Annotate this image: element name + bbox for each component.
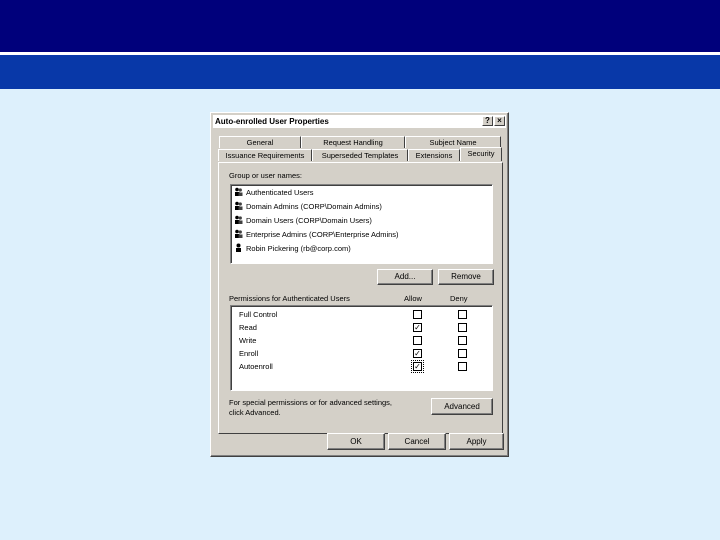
permissions-label: Permissions for Authenticated Users bbox=[229, 294, 350, 303]
group-name: Domain Users (CORP\Domain Users) bbox=[246, 216, 372, 225]
permission-name: Autoenroll bbox=[239, 362, 273, 371]
ok-button[interactable]: OK bbox=[327, 433, 385, 450]
remove-button[interactable]: Remove bbox=[438, 269, 494, 285]
groups-label: Group or user names: bbox=[229, 171, 302, 180]
subheader-band bbox=[0, 55, 720, 89]
permission-row: Read ✓ bbox=[231, 321, 492, 334]
cancel-button[interactable]: Cancel bbox=[388, 433, 446, 450]
group-name: Domain Admins (CORP\Domain Admins) bbox=[246, 202, 382, 211]
advanced-hint-line2: click Advanced. bbox=[229, 408, 281, 417]
user-icon bbox=[236, 243, 241, 252]
tab-security[interactable]: Security bbox=[460, 147, 502, 161]
list-item[interactable]: Domain Users (CORP\Domain Users) bbox=[234, 214, 372, 227]
advanced-hint-line1: For special permissions or for advanced … bbox=[229, 398, 392, 407]
allow-checkbox[interactable]: ✓ bbox=[411, 360, 424, 373]
permission-row: Write bbox=[231, 334, 492, 347]
advanced-button[interactable]: Advanced bbox=[431, 398, 493, 415]
list-item[interactable]: Robin Pickering (rb@corp.com) bbox=[234, 242, 351, 255]
tab-request-handling[interactable]: Request Handling bbox=[301, 136, 405, 148]
dialog-titlebar: Auto-enrolled User Properties ? × bbox=[213, 115, 506, 128]
group-name: Enterprise Admins (CORP\Enterprise Admin… bbox=[246, 230, 399, 239]
list-item[interactable]: Enterprise Admins (CORP\Enterprise Admin… bbox=[234, 228, 399, 241]
permission-name: Write bbox=[239, 336, 257, 345]
security-panel: Group or user names: Authenticated Users… bbox=[218, 162, 503, 434]
dialog-title: Auto-enrolled User Properties bbox=[215, 117, 329, 126]
group-icon bbox=[235, 201, 243, 210]
permission-name: Enroll bbox=[239, 349, 259, 358]
groups-listbox[interactable]: Authenticated Users Domain Admins (CORP\… bbox=[230, 184, 493, 264]
permissions-list: Full Control Read ✓ Write Enroll ✓ Autoe… bbox=[230, 305, 493, 391]
allow-checkbox[interactable]: ✓ bbox=[413, 349, 422, 358]
tab-issuance-requirements[interactable]: Issuance Requirements bbox=[218, 149, 312, 161]
allow-checkbox[interactable] bbox=[413, 310, 422, 319]
properties-dialog: Auto-enrolled User Properties ? × Genera… bbox=[210, 112, 509, 457]
permission-row: Full Control bbox=[231, 308, 492, 321]
group-name: Authenticated Users bbox=[246, 188, 314, 197]
apply-button[interactable]: Apply bbox=[449, 433, 504, 450]
permission-name: Full Control bbox=[239, 310, 278, 319]
deny-checkbox[interactable] bbox=[458, 310, 467, 319]
permission-name: Read bbox=[239, 323, 257, 332]
tab-general[interactable]: General bbox=[219, 136, 301, 148]
header-band bbox=[0, 0, 720, 52]
group-name: Robin Pickering (rb@corp.com) bbox=[246, 244, 351, 253]
permission-row: Autoenroll ✓ bbox=[231, 360, 492, 373]
group-icon bbox=[235, 215, 243, 224]
group-icon bbox=[235, 187, 243, 196]
permission-row: Enroll ✓ bbox=[231, 347, 492, 360]
help-button[interactable]: ? bbox=[482, 116, 493, 126]
allow-checkbox[interactable]: ✓ bbox=[413, 323, 422, 332]
add-button[interactable]: Add... bbox=[377, 269, 433, 285]
list-item[interactable]: Domain Admins (CORP\Domain Admins) bbox=[234, 200, 382, 213]
allow-checkbox[interactable] bbox=[413, 336, 422, 345]
deny-checkbox[interactable] bbox=[458, 362, 467, 371]
allow-column-header: Allow bbox=[404, 294, 422, 303]
close-button[interactable]: × bbox=[494, 116, 505, 126]
deny-checkbox[interactable] bbox=[458, 323, 467, 332]
tab-extensions[interactable]: Extensions bbox=[408, 149, 460, 161]
group-icon bbox=[235, 229, 243, 238]
deny-checkbox[interactable] bbox=[458, 336, 467, 345]
deny-column-header: Deny bbox=[450, 294, 468, 303]
list-item[interactable]: Authenticated Users bbox=[234, 186, 314, 199]
deny-checkbox[interactable] bbox=[458, 349, 467, 358]
tab-superseded-templates[interactable]: Superseded Templates bbox=[312, 149, 408, 161]
